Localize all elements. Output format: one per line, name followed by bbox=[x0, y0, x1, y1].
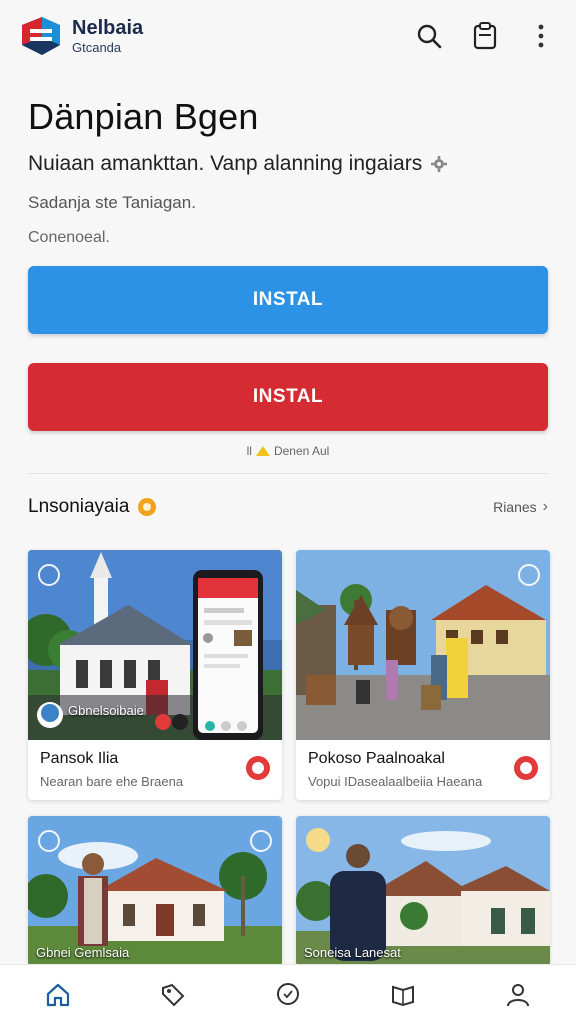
card-subtitle: Nearan bare ehe Braena bbox=[40, 774, 184, 789]
star-icon bbox=[255, 446, 270, 456]
card-image: Gbnelsoibaie bbox=[28, 550, 282, 740]
card-subtitle: Vopui IDasealaalbeiia Haeana bbox=[308, 774, 483, 789]
save-toggle-icon[interactable] bbox=[518, 564, 540, 586]
sun-badge-icon bbox=[138, 498, 157, 516]
content-card[interactable]: Gbnelsoibaie Pansok Ilia Nearan bare ehe… bbox=[28, 550, 282, 800]
book-icon[interactable] bbox=[383, 975, 423, 1015]
card-body: Pokoso Paalnoakal Vopui IDasealaalbeiia … bbox=[296, 740, 550, 800]
bottom-navigation bbox=[0, 964, 576, 1024]
install-secondary-button[interactable]: INSTAL bbox=[28, 363, 548, 431]
card-action-icon[interactable] bbox=[514, 756, 538, 780]
chevron-right-icon: › bbox=[542, 498, 548, 515]
card-title: Pansok Ilia bbox=[40, 750, 119, 767]
see-all-link[interactable]: Rianes › bbox=[493, 498, 548, 516]
chat-icon[interactable] bbox=[268, 975, 308, 1015]
page-subtitle: Nuiaan amankttan. Vanp alanning ingaiars bbox=[28, 152, 448, 176]
card-image: Gbnei Gemlsaia bbox=[28, 816, 282, 966]
brand: Nelbaia Gtcanda bbox=[72, 18, 143, 54]
content-card[interactable]: Soneisa Lanesat bbox=[296, 816, 550, 966]
gear-icon bbox=[431, 156, 448, 172]
section-title: Lnsoniayaia bbox=[28, 496, 157, 518]
clipboard-icon[interactable] bbox=[470, 21, 500, 51]
brand-name: Nelbaia bbox=[72, 17, 144, 39]
share-icon[interactable] bbox=[250, 830, 272, 852]
subtitle-text: Nuiaan amankttan. Vanp alanning ingaiars bbox=[28, 152, 423, 175]
tag-icon[interactable] bbox=[153, 975, 193, 1015]
card-image: Soneisa Lanesat bbox=[296, 816, 550, 966]
logo-icon bbox=[22, 17, 60, 55]
see-all-label: Rianes bbox=[493, 499, 537, 515]
card-overlay-label: Gbnelsoibaie bbox=[68, 703, 144, 718]
meta-line-2: Conenoeal. bbox=[28, 229, 110, 246]
section-title-text: Lnsoniayaia bbox=[28, 496, 130, 517]
home-icon[interactable] bbox=[38, 975, 78, 1015]
card-action-icon[interactable] bbox=[246, 756, 270, 780]
section-header: Lnsoniayaia Rianes › bbox=[28, 496, 548, 518]
card-title: Pokoso Paalnoakal bbox=[308, 750, 445, 767]
profile-icon[interactable] bbox=[498, 975, 538, 1015]
more-vertical-icon[interactable] bbox=[526, 21, 556, 51]
brand-subtitle: Gtcanda bbox=[72, 40, 122, 55]
top-actions bbox=[414, 21, 556, 51]
save-toggle-icon[interactable] bbox=[38, 830, 60, 852]
install-primary-button[interactable]: INSTAL bbox=[28, 266, 548, 334]
note-text: Denen Aul bbox=[273, 444, 330, 458]
divider bbox=[28, 473, 548, 474]
card-overlay-label: Soneisa Lanesat bbox=[304, 945, 401, 960]
content-card[interactable]: Gbnei Gemlsaia bbox=[28, 816, 282, 966]
page-title: Dänpian Bgen bbox=[28, 96, 259, 137]
meta-line-1: Sadanja ste Taniagan. bbox=[28, 193, 196, 212]
search-icon[interactable] bbox=[414, 21, 444, 51]
note-prefix: ll bbox=[246, 444, 252, 458]
top-app-bar: Nelbaia Gtcanda bbox=[0, 0, 576, 72]
install-note: ll Denen Aul bbox=[0, 444, 576, 458]
save-toggle-icon[interactable] bbox=[38, 564, 60, 586]
content-card[interactable]: Pokoso Paalnoakal Vopui IDasealaalbeiia … bbox=[296, 550, 550, 800]
card-body: Pansok Ilia Nearan bare ehe Braena bbox=[28, 740, 282, 800]
card-image bbox=[296, 550, 550, 740]
card-overlay-label: Gbnei Gemlsaia bbox=[36, 945, 130, 960]
